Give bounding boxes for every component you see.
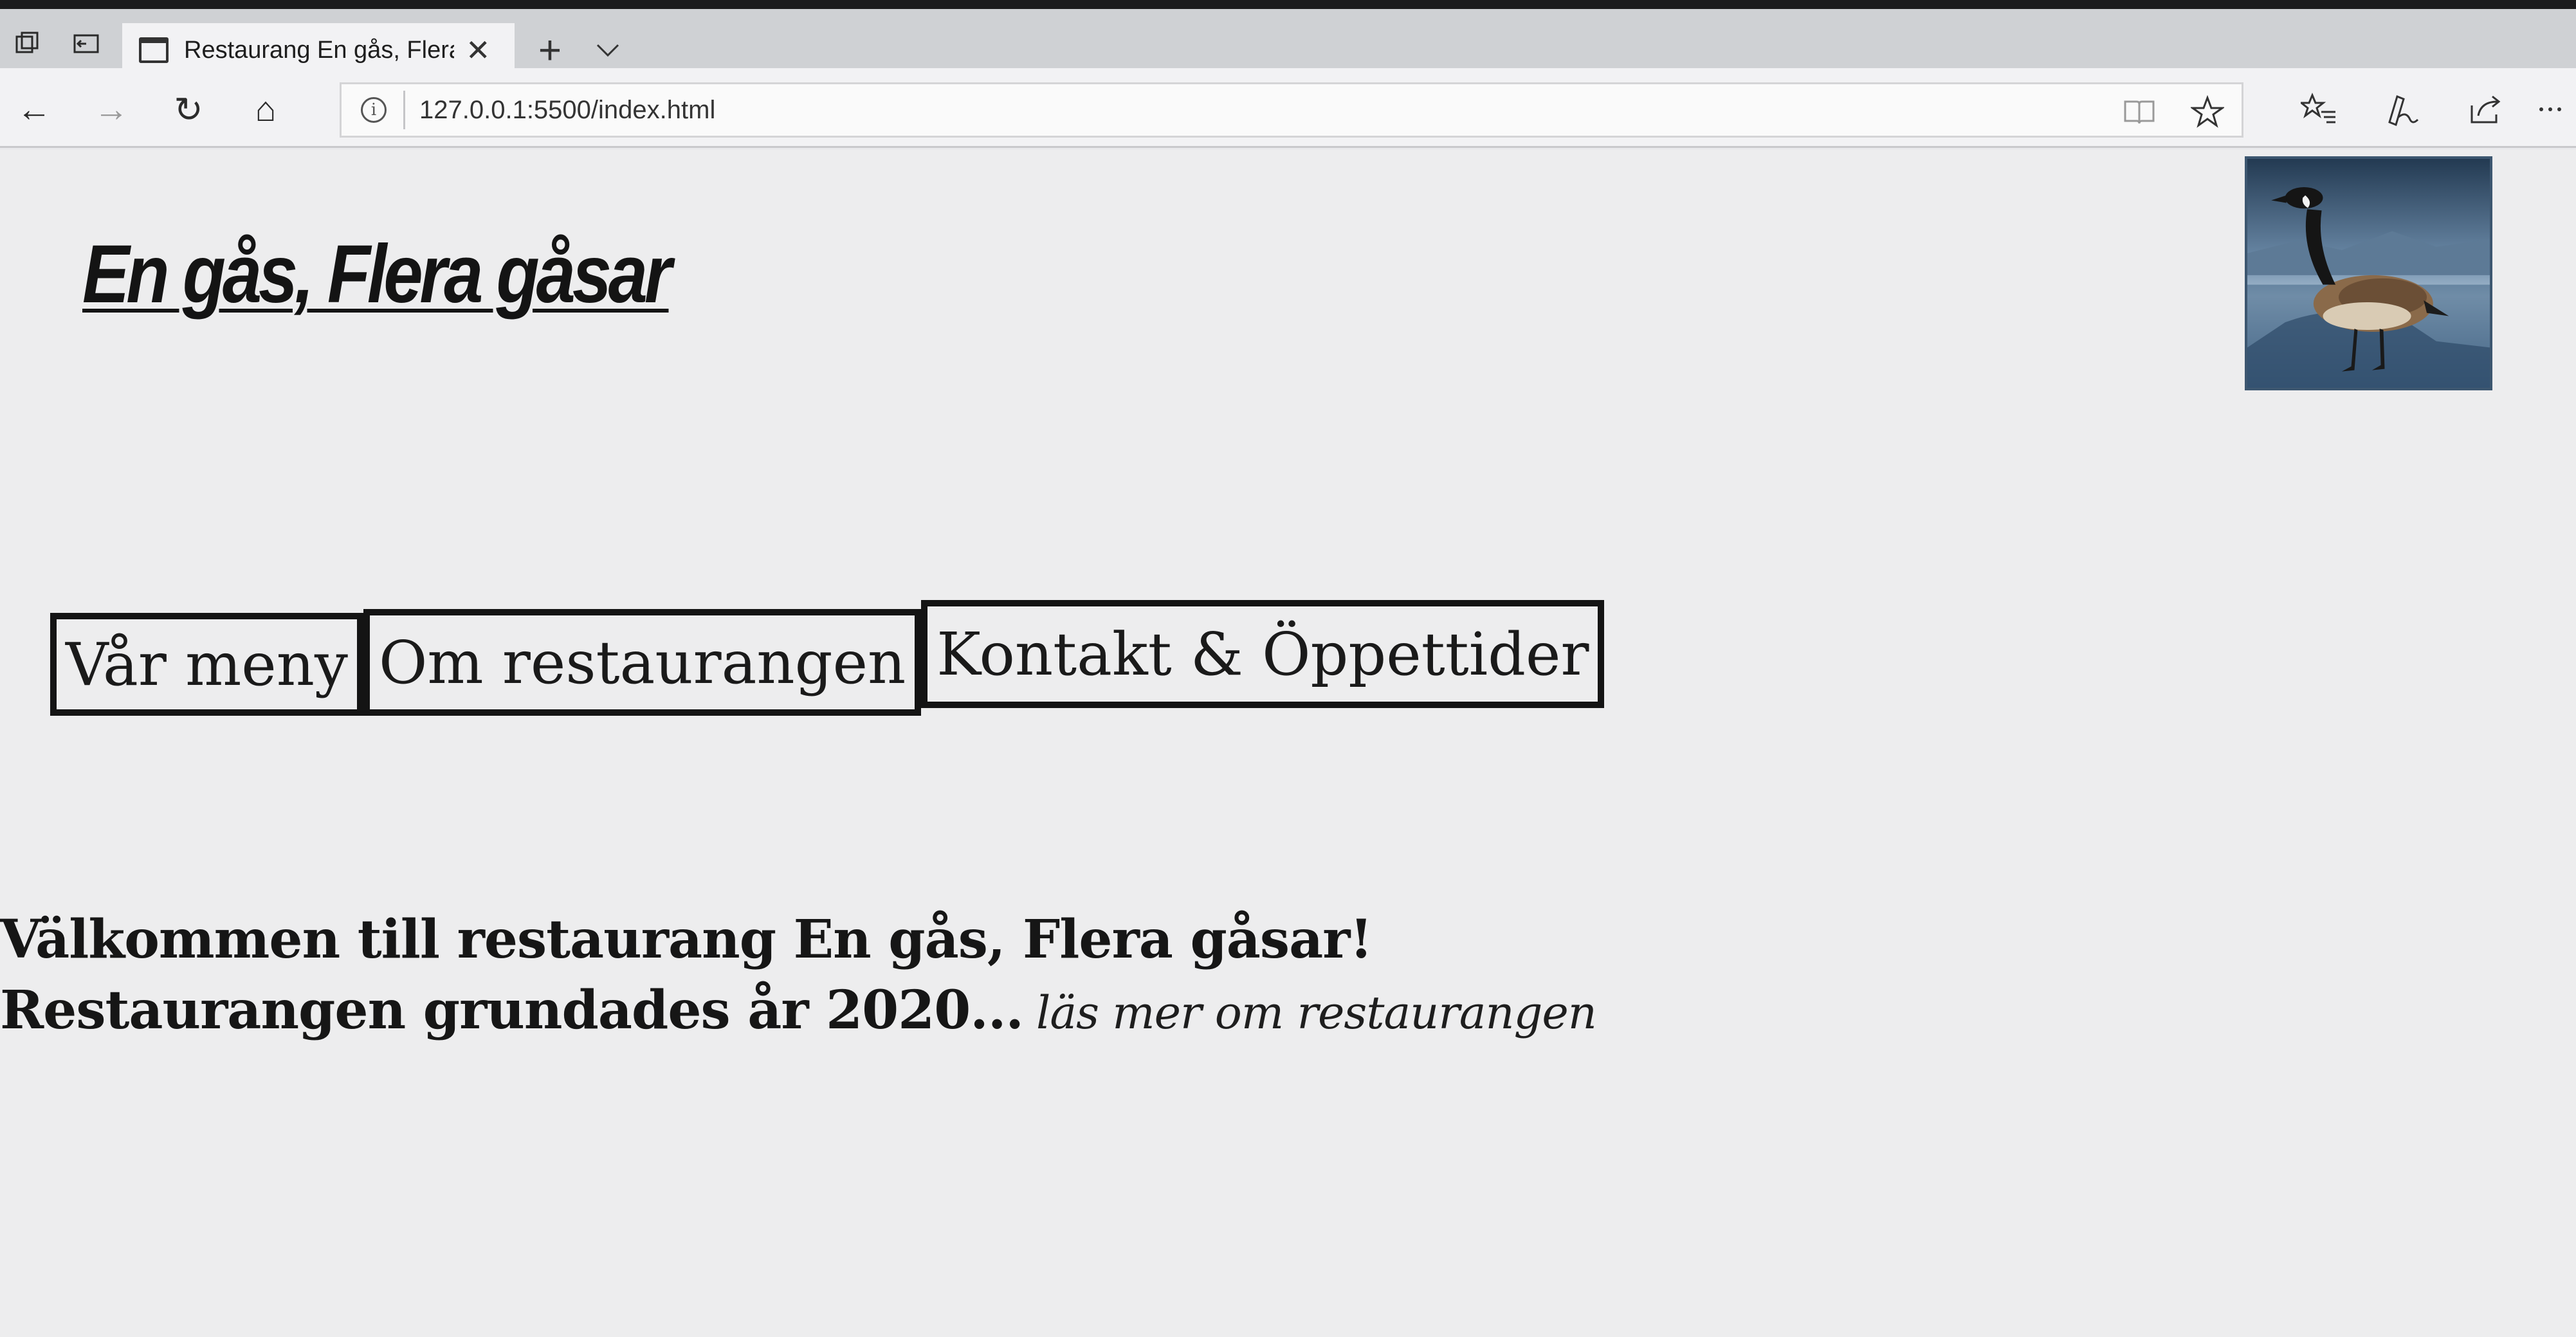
menu-item-kontakt[interactable]: Kontakt & Öppettider	[921, 600, 1605, 708]
tab-title: Restaurang En gås, Flera gåsar	[184, 36, 454, 64]
more-glyph	[2539, 107, 2561, 111]
chevron-glyph	[596, 44, 619, 57]
main-menu: Vår meny Om restaurangen Kontakt & Öppet…	[50, 600, 1605, 716]
share-glyph	[2471, 95, 2501, 123]
page-icon	[139, 37, 169, 63]
star-glyph	[2191, 95, 2224, 128]
url-text[interactable]: 127.0.0.1:5500/index.html	[419, 96, 715, 125]
more-icon[interactable]	[2528, 84, 2573, 135]
pen-icon[interactable]	[2373, 84, 2431, 135]
tab-bar: Restaurang En gås, Flera gåsar ✕ +	[0, 9, 2576, 77]
founded-label: Restaurangen grundades år 2020...	[0, 979, 1024, 1041]
book-glyph	[2124, 100, 2155, 124]
pen-glyph	[2388, 95, 2419, 127]
refresh-button[interactable]: ↻	[160, 84, 217, 135]
read-more-link[interactable]: läs mer om restaurangen	[1036, 987, 1597, 1039]
goose-image	[2245, 156, 2492, 390]
founded-text: Restaurangen grundades år 2020... läs mer…	[0, 979, 1597, 1041]
favorites-list-icon[interactable]	[2290, 84, 2348, 135]
window-top-edge	[0, 0, 2576, 9]
welcome-heading: Välkommen till restaurang En gås, Flera …	[0, 909, 1373, 970]
set-tabs-aside-icon[interactable]	[59, 18, 113, 68]
star-icon[interactable]	[2185, 89, 2230, 134]
share-icon[interactable]	[2457, 84, 2515, 135]
address-separator	[403, 91, 405, 129]
navigation-bar: ← → ↻ ⌂ i 127.0.0.1:5500/index.html	[0, 68, 2576, 148]
web-page: En gås, Flera gåsar Vår meny Om restaura…	[0, 150, 2576, 1337]
back-button[interactable]: ←	[5, 84, 63, 135]
reading-view-icon[interactable]	[2117, 89, 2162, 134]
menu-item-om-restaurangen[interactable]: Om restaurangen	[363, 609, 922, 716]
close-icon[interactable]: ✕	[466, 35, 491, 65]
set-aside-glyph	[73, 34, 99, 53]
home-button[interactable]: ⌂	[237, 84, 295, 135]
tab-preview-glyph	[15, 32, 39, 53]
forward-button[interactable]: →	[82, 84, 140, 135]
menu-item-var-meny[interactable]: Vår meny	[50, 613, 363, 716]
info-icon[interactable]: i	[361, 97, 387, 123]
address-bar[interactable]: i 127.0.0.1:5500/index.html	[340, 82, 2243, 138]
favorites-glyph	[2301, 93, 2335, 123]
site-title[interactable]: En gås, Flera gåsar	[82, 227, 672, 322]
tab-preview-icon[interactable]	[0, 18, 54, 68]
